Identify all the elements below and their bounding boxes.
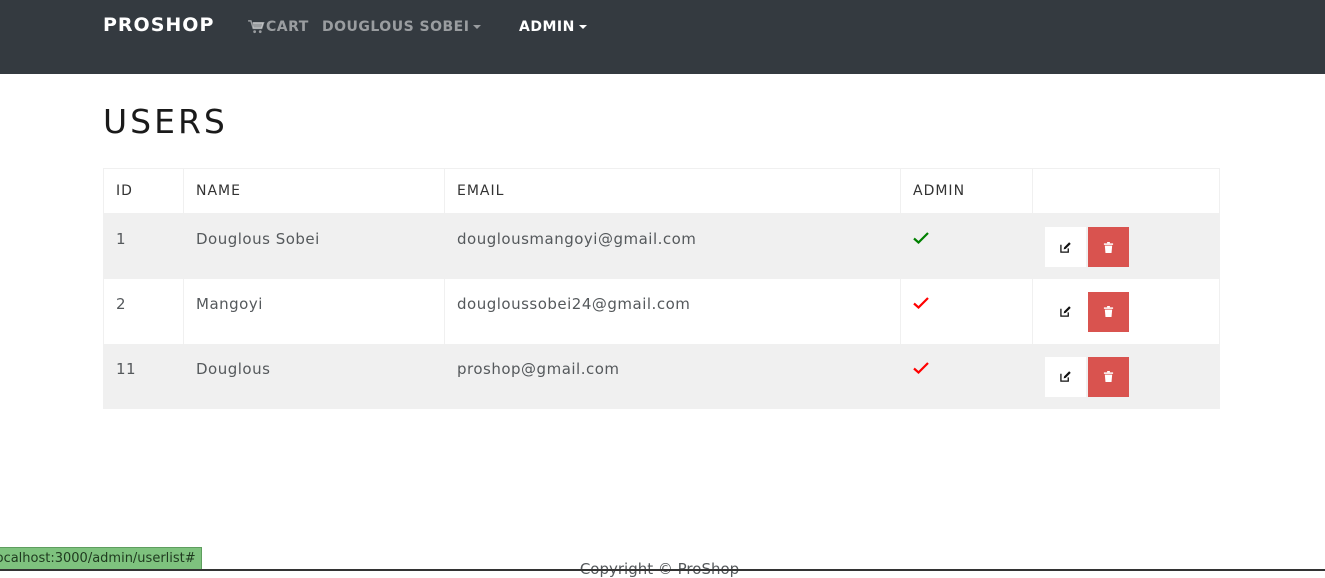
user-name: Douglous: [183, 343, 445, 409]
chevron-down-icon: [578, 25, 587, 29]
user-name: Douglous Sobei: [183, 213, 445, 279]
table-row: 11 Douglous proshop@gmail.com: [103, 343, 1220, 409]
cart-label: CART: [266, 19, 309, 35]
row-actions: [1032, 343, 1220, 409]
admin-menu-dropdown[interactable]: ADMIN: [519, 19, 587, 35]
user-name: Mangoyi: [183, 278, 445, 344]
cart-link[interactable]: CART: [248, 19, 309, 35]
navbar: PROSHOP CART DOUGLOUS SOBEI ADMIN: [0, 0, 1325, 74]
status-bar-url: localhost:3000/admin/userlist#: [0, 547, 202, 571]
edit-icon: [1060, 306, 1071, 317]
check-icon: [913, 296, 929, 309]
edit-user-button[interactable]: [1045, 291, 1086, 332]
admin-status: [900, 213, 1033, 279]
edit-icon: [1060, 241, 1071, 253]
admin-menu-label: ADMIN: [519, 19, 575, 35]
trash-icon: [1103, 306, 1114, 317]
admin-status: [900, 278, 1033, 344]
table-header-row: ID NAME EMAIL ADMIN: [103, 168, 1220, 214]
trash-icon: [1103, 241, 1114, 253]
page-title: USERS: [103, 102, 228, 141]
edit-icon: [1060, 371, 1071, 382]
check-icon: [913, 361, 929, 374]
trash-icon: [1103, 371, 1114, 382]
delete-user-button[interactable]: [1088, 291, 1129, 332]
user-id: 1: [103, 213, 184, 279]
column-header-actions: [1032, 168, 1220, 214]
delete-user-button[interactable]: [1088, 227, 1129, 267]
table-row: 2 Mangoyi dougloussobei24@gmail.com: [103, 278, 1220, 344]
cart-icon: [248, 20, 265, 34]
column-header-name: NAME: [183, 168, 445, 214]
user-id: 11: [103, 343, 184, 409]
user-menu-label: DOUGLOUS SOBEI: [322, 19, 470, 35]
edit-user-button[interactable]: [1045, 227, 1086, 267]
delete-user-button[interactable]: [1088, 356, 1129, 397]
admin-status: [900, 343, 1033, 409]
column-header-email: EMAIL: [444, 168, 901, 214]
check-icon: [913, 232, 929, 245]
user-menu-dropdown[interactable]: DOUGLOUS SOBEI: [322, 19, 482, 35]
user-id: 2: [103, 278, 184, 344]
user-email[interactable]: dougloussobei24@gmail.com: [444, 278, 901, 344]
column-header-admin: ADMIN: [900, 168, 1033, 214]
brand-logo[interactable]: PROSHOP: [103, 14, 214, 36]
row-actions: [1032, 278, 1220, 344]
user-email[interactable]: douglousmangoyi@gmail.com: [444, 213, 901, 279]
users-table: ID NAME EMAIL ADMIN 1 Douglous Sobei dou…: [103, 168, 1220, 409]
chevron-down-icon: [473, 25, 482, 29]
row-actions: [1032, 213, 1220, 279]
user-email[interactable]: proshop@gmail.com: [444, 343, 901, 409]
table-row: 1 Douglous Sobei douglousmangoyi@gmail.c…: [103, 213, 1220, 279]
column-header-id: ID: [103, 168, 184, 214]
edit-user-button[interactable]: [1045, 356, 1086, 397]
